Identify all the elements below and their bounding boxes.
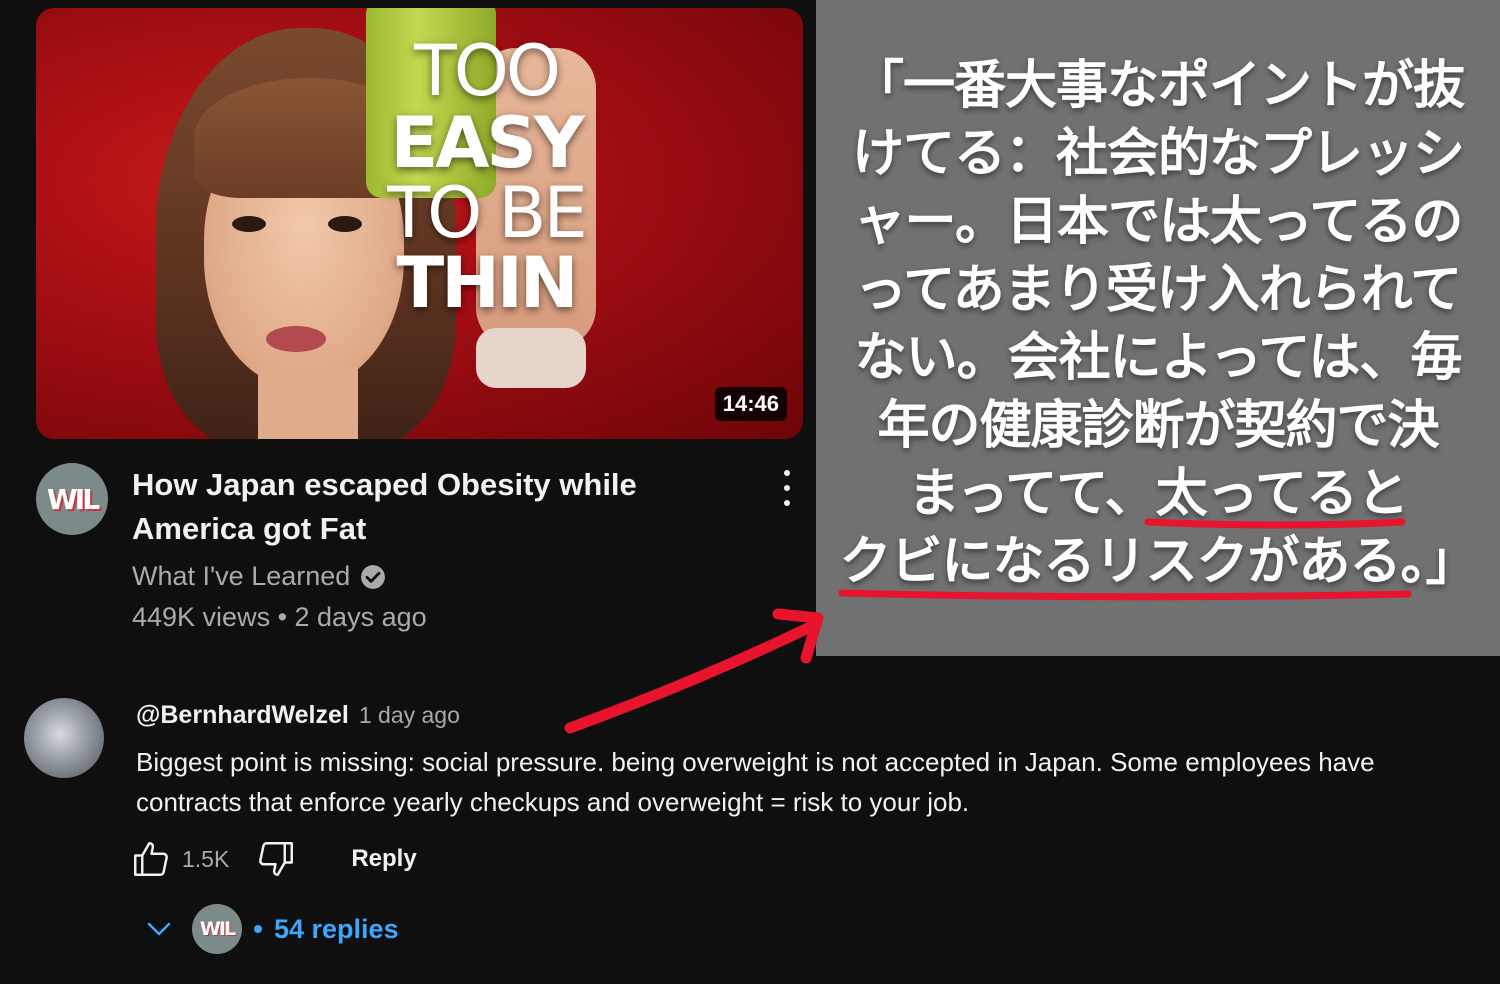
video-title[interactable]: How Japan escaped Obesity while America … — [132, 463, 762, 551]
reply-button[interactable]: Reply — [351, 845, 416, 873]
like-button[interactable] — [130, 838, 172, 880]
comment-author[interactable]: @BernhardWelzel — [136, 701, 349, 730]
video-thumbnail[interactable]: TOO EASY TO BE THIN 14:46 — [36, 8, 803, 439]
video-stats: 449K views • 2 days ago — [132, 602, 427, 632]
translation-line: ャー。日本では太ってるの — [853, 192, 1464, 252]
dislike-button[interactable] — [255, 838, 297, 880]
thumbnail-eye-left — [232, 216, 266, 232]
verified-badge-icon — [361, 564, 386, 589]
replies-count-link[interactable]: 54 replies — [274, 914, 399, 945]
thumbnail-watch — [476, 328, 586, 388]
translation-line: まってて、太ってると — [907, 464, 1409, 524]
thumbnail-text-line-1: TOO — [414, 30, 561, 112]
thumbnail-eye-right — [328, 216, 362, 232]
comment-actions: 1.5K Reply — [130, 838, 417, 880]
channel-name[interactable]: What I've Learned — [132, 561, 350, 592]
translation-text: 「一番大事なポイントが抜 けてる：社会的なプレッシ ャー。日本では太ってるの っ… — [826, 52, 1490, 596]
creator-reply-avatar-logo: WIL — [199, 918, 236, 940]
translation-line: 年の健康診断が契約で決 — [877, 396, 1439, 456]
channel-avatar-logo: WIL — [46, 482, 100, 516]
translation-line: けてる：社会的なプレッシ — [851, 124, 1465, 184]
translation-line: ってあまり受け入れられて — [854, 260, 1462, 320]
like-count: 1.5K — [182, 845, 230, 872]
chevron-down-icon[interactable] — [144, 914, 174, 944]
channel-name-row[interactable]: What I've Learned — [132, 561, 386, 592]
screenshot-canvas: TOO EASY TO BE THIN 14:46 WIL How Japan … — [0, 0, 1500, 984]
comment-author-avatar[interactable] — [24, 698, 104, 778]
thumbnail-headline: TOO EASY TO BE THIN — [386, 30, 587, 324]
pointer-arrow-head — [772, 608, 824, 664]
translation-panel: 「一番大事なポイントが抜 けてる：社会的なプレッシ ャー。日本では太ってるの っ… — [816, 0, 1500, 656]
translation-line: ない。会社によっては、毎 — [854, 328, 1463, 388]
creator-reply-avatar: WIL — [192, 904, 242, 954]
translation-line: 「一番大事なポイントが抜 — [851, 56, 1465, 116]
comment-text: Biggest point is missing: social pressur… — [136, 747, 1375, 817]
channel-avatar[interactable]: WIL — [36, 463, 108, 535]
thumbnail-neck — [258, 368, 358, 439]
view-replies-toggle[interactable]: WIL 54 replies — [144, 904, 399, 954]
video-duration-badge: 14:46 — [714, 387, 787, 421]
thumbnail-mouth — [266, 326, 326, 352]
comment-header: @BernhardWelzel 1 day ago — [136, 701, 460, 730]
thumbnail-text-line-2: EASY — [390, 102, 584, 184]
pointer-arrow-shaft — [564, 622, 814, 734]
comment-timestamp[interactable]: 1 day ago — [359, 702, 460, 729]
thumbnail-text-line-3: TO BE — [387, 172, 587, 254]
more-actions-icon[interactable] — [772, 470, 802, 506]
separator-dot — [254, 925, 262, 933]
translation-line: クビになるリスクがある。」 — [839, 532, 1477, 592]
thumbnail-text-line-4: THIN — [396, 242, 579, 324]
